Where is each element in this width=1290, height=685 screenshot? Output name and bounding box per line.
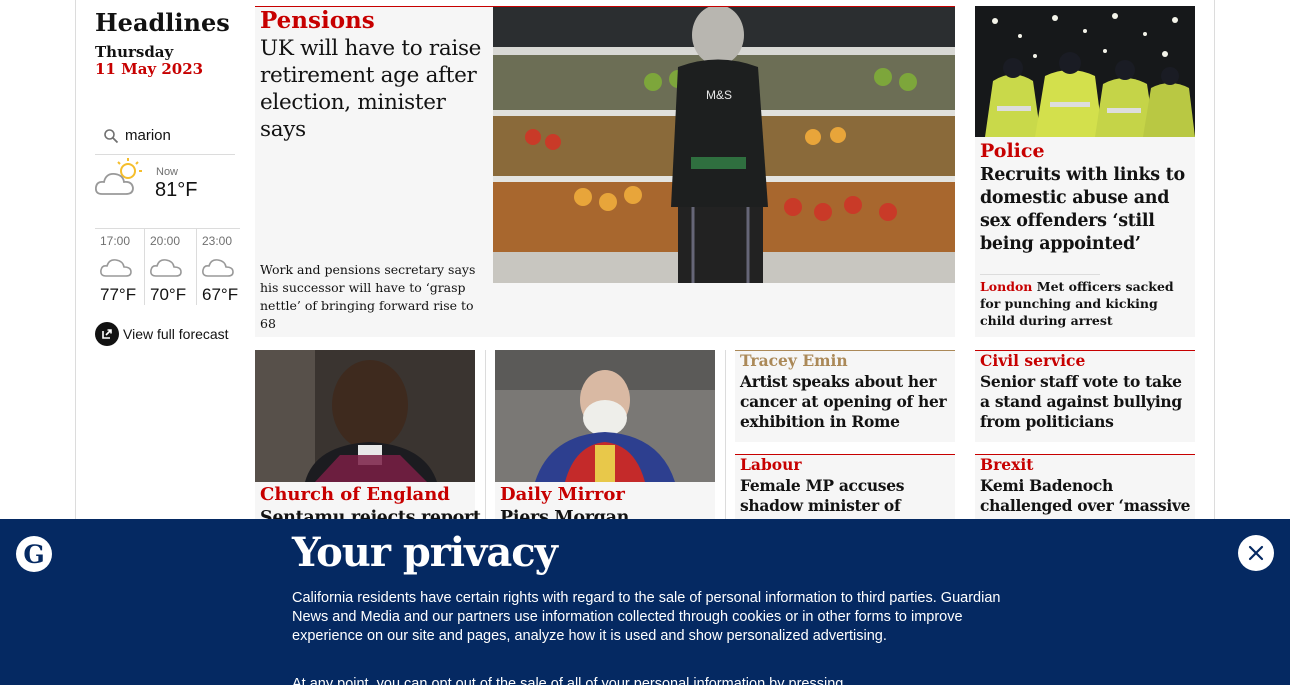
police-image[interactable]: [975, 6, 1195, 137]
emin-story-card[interactable]: Tracey Emin Artist speaks about her canc…: [735, 350, 955, 442]
civil-service-card[interactable]: Civil service Senior staff vote to take …: [975, 350, 1195, 442]
brexit-headline[interactable]: Kemi Badenoch challenged over ‘massive: [980, 476, 1192, 516]
date-day: Thursday: [95, 43, 174, 61]
main-story-kicker: Pensions: [260, 7, 375, 34]
emin-headline[interactable]: Artist speaks about her cancer at openin…: [740, 372, 952, 432]
main-story-standfirst: Work and pensions secretary says his suc…: [260, 262, 476, 331]
search-icon: [104, 129, 119, 144]
royal-photo: [495, 350, 715, 482]
civil-service-headline[interactable]: Senior staff vote to take a stand agains…: [980, 372, 1192, 432]
london-kicker: London: [980, 279, 1033, 294]
forecast-slot: 20:00 70°F: [145, 229, 197, 305]
guardian-logo-icon: G: [16, 536, 52, 572]
labour-kicker: Labour: [740, 455, 802, 474]
supermarket-photo: M&S: [493, 7, 955, 283]
forecast-slot: 17:00 77°F: [95, 229, 145, 305]
cloud-icon: [150, 259, 182, 277]
forecast-temp: 70°F: [150, 285, 187, 304]
sentamu-photo: [255, 350, 475, 482]
location-search[interactable]: marion: [95, 124, 235, 155]
police-kicker: Police: [980, 140, 1045, 162]
supermarket-image[interactable]: M&S: [493, 7, 955, 283]
forecast-slot: 23:00 67°F: [197, 229, 240, 305]
date-full: 11 May 2023: [95, 60, 204, 78]
church-story-card[interactable]: Church of England Sentamu rejects report: [255, 350, 481, 528]
main-story-headline[interactable]: UK will have to raise retirement age aft…: [260, 35, 490, 143]
external-link-icon: [95, 322, 119, 346]
civil-service-kicker: Civil service: [980, 351, 1086, 370]
privacy-title: Your privacy: [292, 529, 558, 576]
church-kicker: Church of England: [260, 484, 450, 505]
cloud-icon: [100, 259, 132, 277]
headlines-heading: Headlines: [95, 8, 230, 37]
now-label: Now: [156, 166, 179, 178]
forecast-time: 17:00: [100, 234, 131, 248]
close-icon: [1248, 545, 1264, 561]
logo-letter: G: [23, 540, 44, 569]
divider: [980, 274, 1100, 275]
police-headline[interactable]: Recruits with links to domestic abuse an…: [980, 164, 1190, 256]
brexit-kicker: Brexit: [980, 455, 1034, 474]
forecast-time: 23:00: [202, 234, 233, 248]
partly-sunny-icon: [94, 158, 142, 195]
forecast-temp: 67°F: [202, 285, 239, 304]
royal-image[interactable]: [495, 350, 715, 482]
forecast-temp: 77°F: [100, 285, 137, 304]
close-button[interactable]: [1238, 535, 1274, 571]
forecast-time: 20:00: [150, 234, 181, 248]
vigil-photo: [975, 6, 1195, 137]
privacy-body: California residents have certain rights…: [292, 590, 1001, 644]
london-sublink[interactable]: London Met officers sacked for punching …: [980, 278, 1190, 329]
mirror-story-card[interactable]: Daily Mirror Piers Morgan: [495, 350, 715, 528]
ms-logo: M&S: [706, 88, 732, 102]
police-story-card[interactable]: Police Recruits with links to domestic a…: [975, 6, 1195, 337]
now-temperature: 81°F: [155, 179, 198, 201]
location-input[interactable]: marion: [125, 127, 171, 144]
mirror-kicker: Daily Mirror: [500, 484, 625, 505]
sentamu-image[interactable]: [255, 350, 475, 482]
column-divider: [725, 350, 726, 520]
privacy-body-continued: At any point, you can opt out of the sal…: [292, 676, 844, 685]
main-story-card[interactable]: Pensions UK will have to raise retiremen…: [255, 6, 955, 337]
privacy-banner: G Your privacy California residents have…: [0, 519, 1290, 685]
column-divider: [485, 350, 486, 520]
hourly-forecast: 17:00 77°F 20:00 70°F 23:00 67°F: [95, 228, 240, 305]
cloud-icon: [202, 259, 234, 277]
view-forecast-label: View full forecast: [123, 326, 229, 342]
labour-story-card[interactable]: Labour Female MP accuses shadow minister…: [735, 454, 955, 535]
emin-kicker: Tracey Emin: [740, 351, 848, 370]
brexit-story-card[interactable]: Brexit Kemi Badenoch challenged over ‘ma…: [975, 454, 1195, 524]
